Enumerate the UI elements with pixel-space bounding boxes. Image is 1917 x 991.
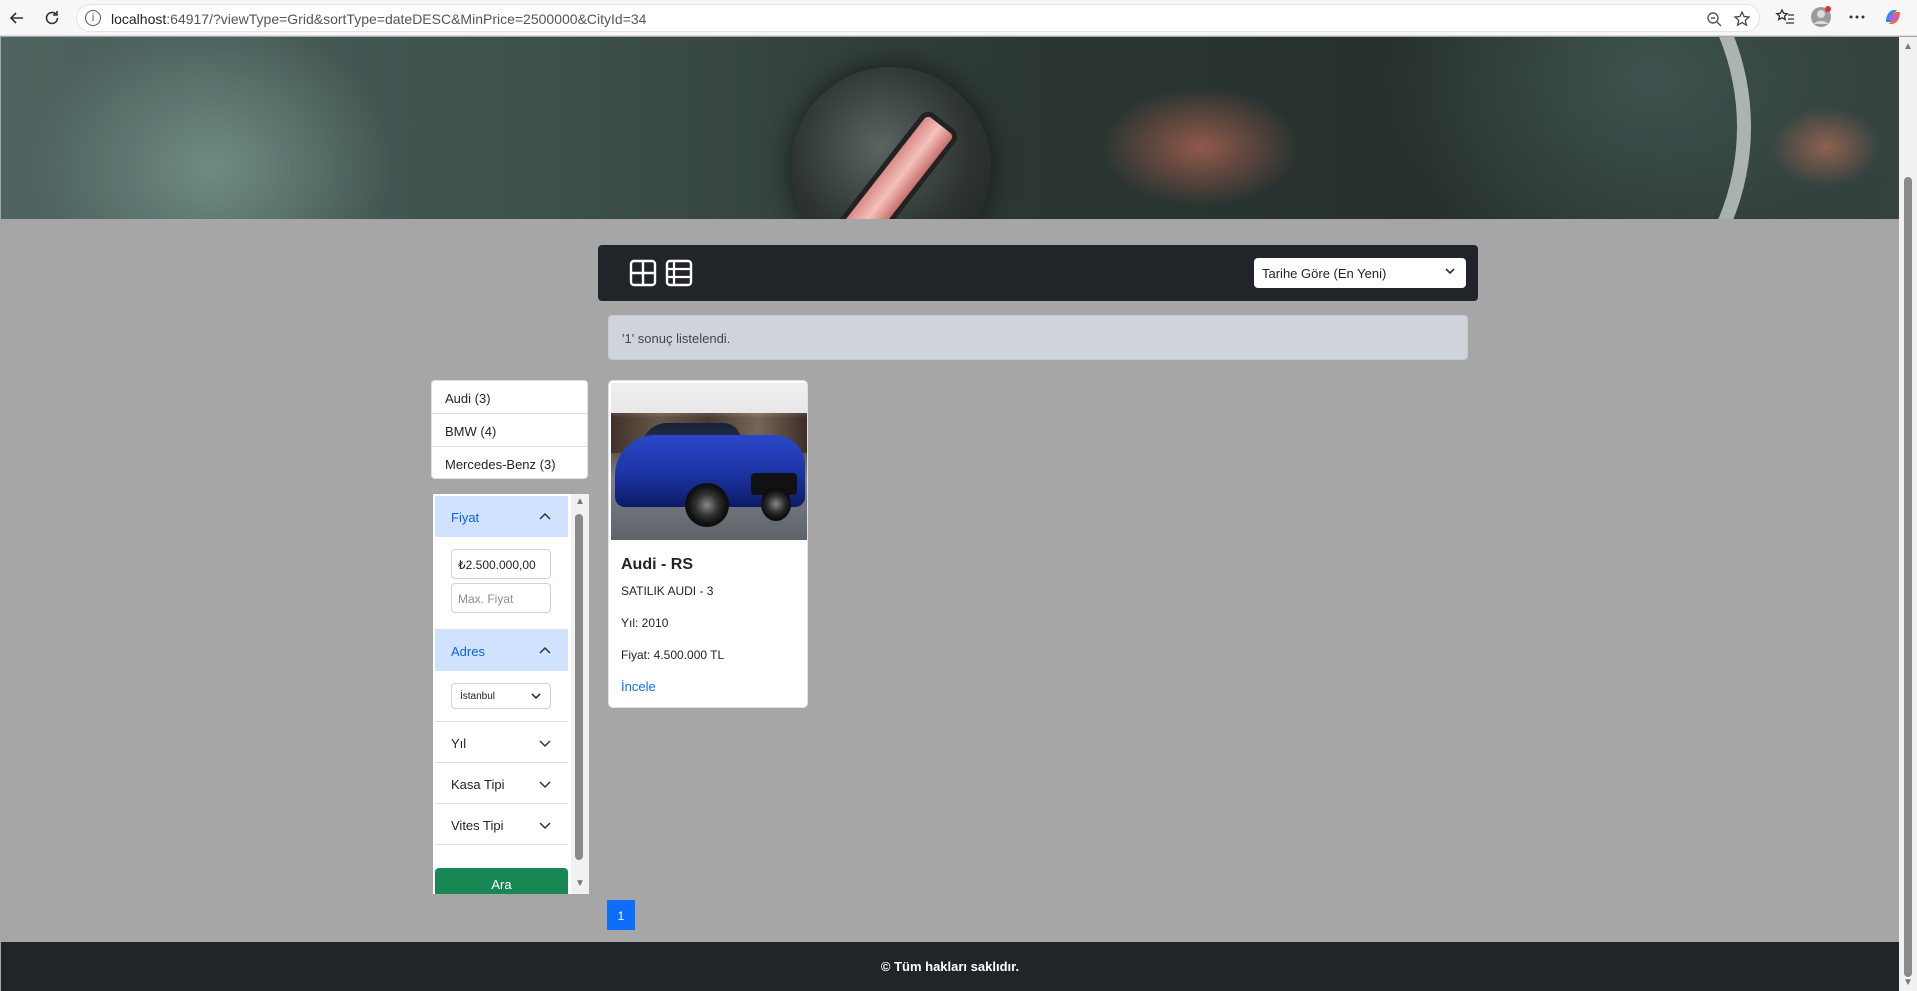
brand-item-bmw[interactable]: BMW (4): [432, 414, 587, 447]
brand-item-audi[interactable]: Audi (3): [432, 381, 587, 414]
chevron-down-icon: [1444, 265, 1456, 280]
hero-banner-image: [1, 37, 1899, 219]
grid-view-icon[interactable]: [629, 259, 657, 287]
min-price-input[interactable]: ₺2.500.000,00: [451, 549, 551, 579]
browser-toolbar: i localhost:64917/?viewType=Grid&sortTyp…: [0, 0, 1917, 36]
scroll-up-arrow-icon[interactable]: ▲: [1903, 41, 1913, 52]
page-scrollbar[interactable]: ▲ ▼: [1899, 37, 1917, 991]
city-select[interactable]: İstanbul: [451, 683, 551, 709]
address-bar[interactable]: i localhost:64917/?viewType=Grid&sortTyp…: [76, 4, 1760, 32]
listing-year: Yıl: 2010: [621, 616, 669, 630]
pagination-page-1[interactable]: 1: [607, 900, 635, 930]
chevron-up-icon: [538, 644, 552, 661]
listing-card: Audi - RS SATILIK AUDI - 3 Yıl: 2010 Fiy…: [608, 380, 808, 708]
sort-select[interactable]: Tarihe Göre (En Yeni): [1254, 258, 1466, 288]
listing-subtitle: SATILIK AUDI - 3: [621, 584, 714, 598]
filter-panel-scroll-thumb[interactable]: [575, 514, 583, 860]
search-button[interactable]: Ara: [435, 868, 568, 894]
sort-select-value: Tarihe Göre (En Yeni): [1262, 266, 1387, 281]
accordion-gear-type-header[interactable]: Vites Tipi: [435, 804, 568, 845]
site-info-icon[interactable]: i: [85, 10, 101, 26]
chevron-down-icon: [538, 736, 552, 753]
chevron-down-icon: [538, 818, 552, 835]
url-text: localhost:64917/?viewType=Grid&sortType=…: [111, 11, 647, 27]
more-menu-icon[interactable]: [1846, 6, 1868, 28]
footer-copyright: © Tüm hakları saklıdır.: [880, 959, 1020, 974]
footer: © Tüm hakları saklıdır.: [1, 942, 1899, 991]
car-photo: [611, 383, 807, 540]
results-count-text: '1' sonuç listelendi.: [622, 331, 731, 346]
accordion-year-label: Yıl: [451, 736, 467, 751]
accordion-gear-type-label: Vites Tipi: [451, 818, 504, 833]
brand-filter-list: Audi (3) BMW (4) Mercedes-Benz (3): [431, 380, 588, 479]
back-icon[interactable]: [5, 6, 29, 30]
copilot-icon[interactable]: [1882, 6, 1904, 28]
profile-avatar-icon[interactable]: [1810, 6, 1832, 28]
view-toolbar: Tarihe Göre (En Yeni): [598, 245, 1478, 301]
results-count-alert: '1' sonuç listelendi.: [608, 315, 1468, 360]
reload-icon[interactable]: [40, 6, 64, 30]
city-select-value: İstanbul: [460, 691, 496, 702]
chevron-down-icon: [530, 690, 542, 705]
accordion-price-header[interactable]: Fiyat: [435, 496, 568, 537]
listing-price: Fiyat: 4.500.000 TL: [621, 648, 725, 662]
zoom-icon[interactable]: [1703, 8, 1725, 30]
scroll-down-arrow-icon[interactable]: ▼: [575, 878, 585, 889]
accordion-price-label: Fiyat: [451, 510, 480, 525]
filter-panel-scrollbar[interactable]: ▲ ▼: [571, 494, 589, 894]
scroll-up-arrow-icon[interactable]: ▲: [575, 496, 585, 507]
accordion-address-body: İstanbul: [435, 671, 568, 722]
list-view-icon[interactable]: [665, 259, 693, 287]
chevron-up-icon: [538, 510, 552, 527]
listing-title: Audi - RS: [621, 556, 693, 573]
favorite-star-icon[interactable]: [1731, 8, 1753, 30]
max-price-input[interactable]: Max. Fiyat: [451, 583, 551, 613]
accordion-body-type-label: Kasa Tipi: [451, 777, 505, 792]
scroll-thumb[interactable]: [1904, 177, 1912, 977]
chevron-down-icon: [538, 777, 552, 794]
accordion-address-label: Adres: [451, 644, 485, 659]
filter-panel: Fiyat ₺2.500.000,00 Max. Fiyat Adres İst…: [433, 494, 589, 894]
view-details-link[interactable]: İncele: [621, 679, 656, 694]
scroll-down-arrow-icon[interactable]: ▼: [1903, 977, 1913, 988]
accordion-price-body: ₺2.500.000,00 Max. Fiyat: [435, 537, 568, 630]
accordion-year-header[interactable]: Yıl: [435, 722, 568, 763]
accordion-body-type-header[interactable]: Kasa Tipi: [435, 763, 568, 804]
brand-item-mercedes-benz[interactable]: Mercedes-Benz (3): [432, 447, 587, 480]
accordion-address-header[interactable]: Adres: [435, 630, 568, 671]
favorites-icon[interactable]: [1774, 6, 1796, 28]
